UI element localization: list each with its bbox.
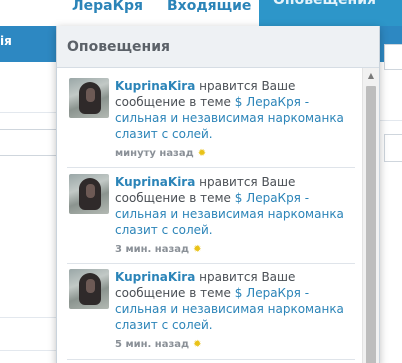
nav-tab-inbox[interactable]: Входящие: [167, 0, 251, 26]
alerts-popup-header: Оповещения: [57, 26, 379, 68]
background-divider: [380, 120, 402, 121]
sun-like-icon: ✹: [197, 148, 207, 159]
alert-text: KuprinaKira нравится Ваше сообщение в те…: [115, 174, 355, 238]
top-navigation: ЛераКря Входящие Оповещения: [0, 0, 402, 26]
scrollbar-thumb[interactable]: [366, 86, 376, 363]
alert-username[interactable]: KuprinaKira: [115, 79, 195, 93]
background-divider: [0, 112, 56, 113]
avatar[interactable]: [69, 269, 109, 309]
nav-tab-alerts[interactable]: Оповещения: [259, 0, 402, 26]
alerts-scrollbar[interactable]: ▲: [362, 68, 379, 363]
alert-item[interactable]: KuprinaKira нравится Ваше сообщение в те…: [67, 269, 357, 355]
avatar[interactable]: [69, 78, 109, 118]
sun-like-icon: ✹: [193, 339, 202, 350]
alerts-list: KuprinaKira нравится Ваше сообщение в те…: [57, 68, 362, 363]
alert-username[interactable]: KuprinaKira: [115, 270, 195, 284]
alert-text: KuprinaKira нравится Ваше сообщение в те…: [115, 269, 355, 333]
avatar[interactable]: [69, 174, 109, 214]
alert-timestamp: минуту назад: [115, 148, 194, 159]
alert-time-row: 5 мин. назад ✹: [115, 339, 202, 350]
alert-item[interactable]: KuprinaKira нравится Ваше сообщение в те…: [67, 78, 357, 164]
alert-timestamp: 3 мин. назад: [115, 244, 190, 255]
alerts-popup: Оповещения KuprinaKira нравится Ваше соо…: [56, 26, 380, 363]
alerts-popup-title: Оповещения: [67, 39, 170, 55]
alert-divider: [67, 167, 355, 168]
page: ЛераКря Входящие Оповещения ія Оповещени…: [0, 0, 402, 363]
nav-tab-profile[interactable]: ЛераКря: [72, 0, 143, 26]
background-divider: [0, 350, 56, 351]
alert-time-row: 3 мин. назад ✹: [115, 244, 202, 255]
background-input-field-right[interactable]: [384, 134, 402, 162]
background-input-field[interactable]: [0, 129, 58, 156]
avatar-photo-face: [86, 88, 95, 102]
sun-like-icon: ✹: [193, 244, 202, 255]
avatar-photo-face: [86, 279, 95, 293]
alert-item[interactable]: KuprinaKira нравится Ваше сообщение в те…: [67, 174, 357, 260]
scroll-up-arrow-icon[interactable]: ▲: [363, 68, 379, 84]
background-header-label: ія: [0, 34, 12, 48]
alert-text: KuprinaKira нравится Ваше сообщение в те…: [115, 78, 355, 142]
alert-timestamp: 5 мин. назад: [115, 339, 190, 350]
background-divider: [0, 317, 56, 318]
alert-username[interactable]: KuprinaKira: [115, 175, 195, 189]
avatar-photo-face: [86, 184, 95, 198]
alert-time-row: минуту назад ✹: [115, 148, 206, 159]
background-search-field[interactable]: [384, 44, 402, 70]
alert-divider: [67, 263, 355, 264]
alert-divider: [67, 359, 355, 360]
